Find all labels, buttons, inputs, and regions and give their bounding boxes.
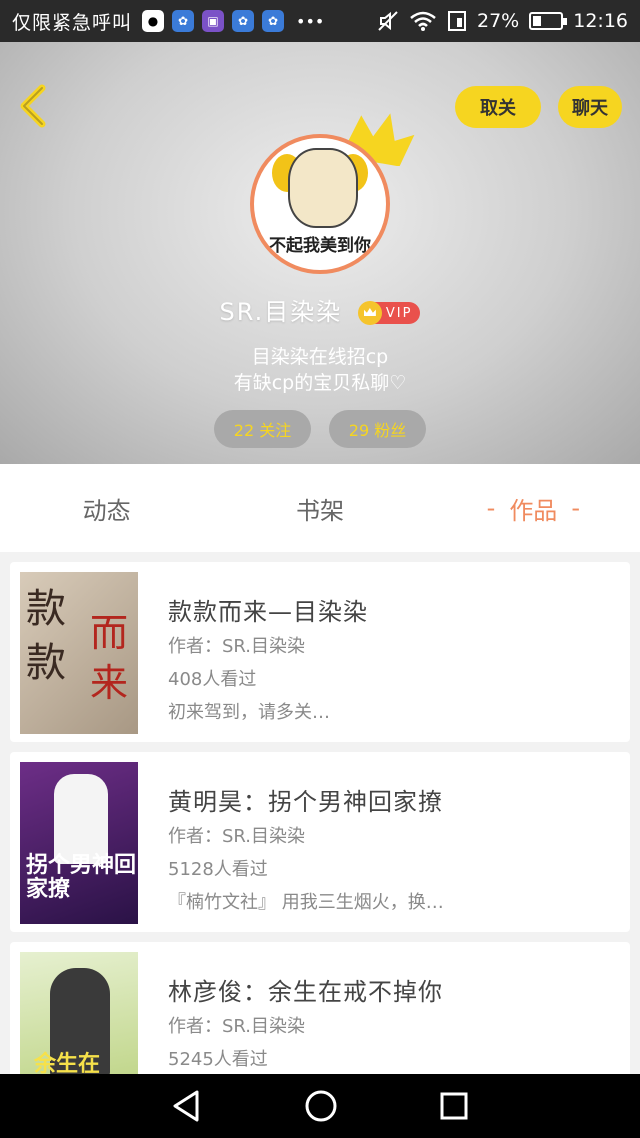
chat-button[interactable]: 聊天 [558,86,622,128]
tab-works[interactable]: - 作品 - [427,464,640,552]
tab-dynamic-label: 动态 [82,496,131,525]
book-title: 黄明昊：拐个男神回家撩 [168,788,443,816]
book-author: 作者：SR.目染染 [168,1016,306,1037]
following-count[interactable]: 22 关注 [214,410,311,448]
username-row: SR.目染染 VIP [0,292,640,327]
cover-text: 款 [26,586,66,632]
battery-icon [529,12,568,30]
mute-icon [378,11,398,31]
tab-bookshelf-label: 书架 [295,496,344,525]
clock: 12:16 [573,10,628,32]
notification-icons: ● ✿ ▣ ✿ ✿ ••• [142,10,324,32]
book-views: 5245人看过 [168,1049,268,1070]
baidu-icon-2: ✿ [232,10,255,32]
tab-dynamic[interactable]: 动态 [0,464,213,552]
tab-works-label: 作品 [509,496,558,525]
vip-badge: VIP [357,301,421,325]
cover-text: 余生在 [34,1052,101,1074]
bio-line-2: 有缺cp的宝贝私聊♡ [233,372,407,394]
book-description: 初来驾到，请多关… [168,702,330,723]
system-nav-bar [0,1074,640,1138]
nav-recents-icon[interactable] [439,1091,469,1121]
wifi-icon [410,11,436,31]
baidu-icon-3: ✿ [262,10,285,32]
carrier-text: 仅限紧急呼叫 [12,11,133,34]
book-card[interactable]: 款 而 款 来 款款而来—目染染 作者：SR.目染染 408人看过 初来驾到，请… [10,562,630,742]
book-description: 『楠竹文社』 用我三生烟火，换… [168,892,444,913]
cover-text: 来 [90,661,129,705]
status-bar: 仅限紧急呼叫 ● ✿ ▣ ✿ ✿ ••• 27% 12:16 [0,0,640,42]
book-author: 作者：SR.目染染 [168,826,306,847]
profile-header: 取关 聊天 不起我美到你 SR.目染染 VIP 目染染在线招cp 有缺cp的宝贝… [0,42,640,464]
book-cover: 款 而 款 来 [20,572,138,734]
profile-tabs: 动态 书架 - 作品 - [0,464,640,552]
back-arrow-icon[interactable] [18,84,48,128]
book-cover: 拐个男神回家撩 [20,762,138,924]
tab-works-dash-left: - [486,494,496,522]
cover-text: 而 [90,611,129,655]
book-title: 款款而来—目染染 [168,598,368,626]
battery-percent: 27% [477,10,520,32]
unfollow-button[interactable]: 取关 [455,86,541,128]
book-card[interactable]: 拐个男神回家撩 黄明昊：拐个男神回家撩 作者：SR.目染染 5128人看过 『楠… [10,752,630,932]
book-views: 5128人看过 [168,859,268,880]
book-cover: 余生在 [20,952,138,1074]
vip-label: VIP [385,305,413,321]
avatar-face [288,148,358,228]
works-list: 款 而 款 来 款款而来—目染染 作者：SR.目染染 408人看过 初来驾到，请… [0,552,640,1074]
avatar[interactable]: 不起我美到你 [250,134,390,274]
qq-icon: ● [142,10,165,32]
avatar-caption: 不起我美到你 [269,236,371,256]
cover-text: 款 [26,640,66,686]
book-title: 林彦俊：余生在戒不掉你 [168,978,443,1006]
gallery-icon: ▣ [202,10,225,32]
more-notifications-icon: ••• [296,11,325,31]
sim-icon [448,11,466,31]
cover-text: 拐个男神回家撩 [26,853,137,902]
fans-count[interactable]: 29 粉丝 [329,410,426,448]
nav-home-icon[interactable] [304,1089,338,1123]
bio-line-1: 目染染在线招cp [251,346,389,368]
cover-figure [54,774,108,864]
bio: 目染染在线招cp 有缺cp的宝贝私聊♡ [0,344,640,396]
book-card[interactable]: 余生在 林彦俊：余生在戒不掉你 作者：SR.目染染 5245人看过 [10,942,630,1074]
book-views: 408人看过 [168,669,257,690]
nav-back-icon[interactable] [171,1089,203,1123]
tab-works-dash-right: - [571,494,580,522]
vip-crown-icon [357,301,382,325]
tab-bookshelf[interactable]: 书架 [213,464,426,552]
username: SR.目染染 [219,298,343,326]
book-author: 作者：SR.目染染 [168,636,306,657]
baidu-icon: ✿ [172,10,195,32]
